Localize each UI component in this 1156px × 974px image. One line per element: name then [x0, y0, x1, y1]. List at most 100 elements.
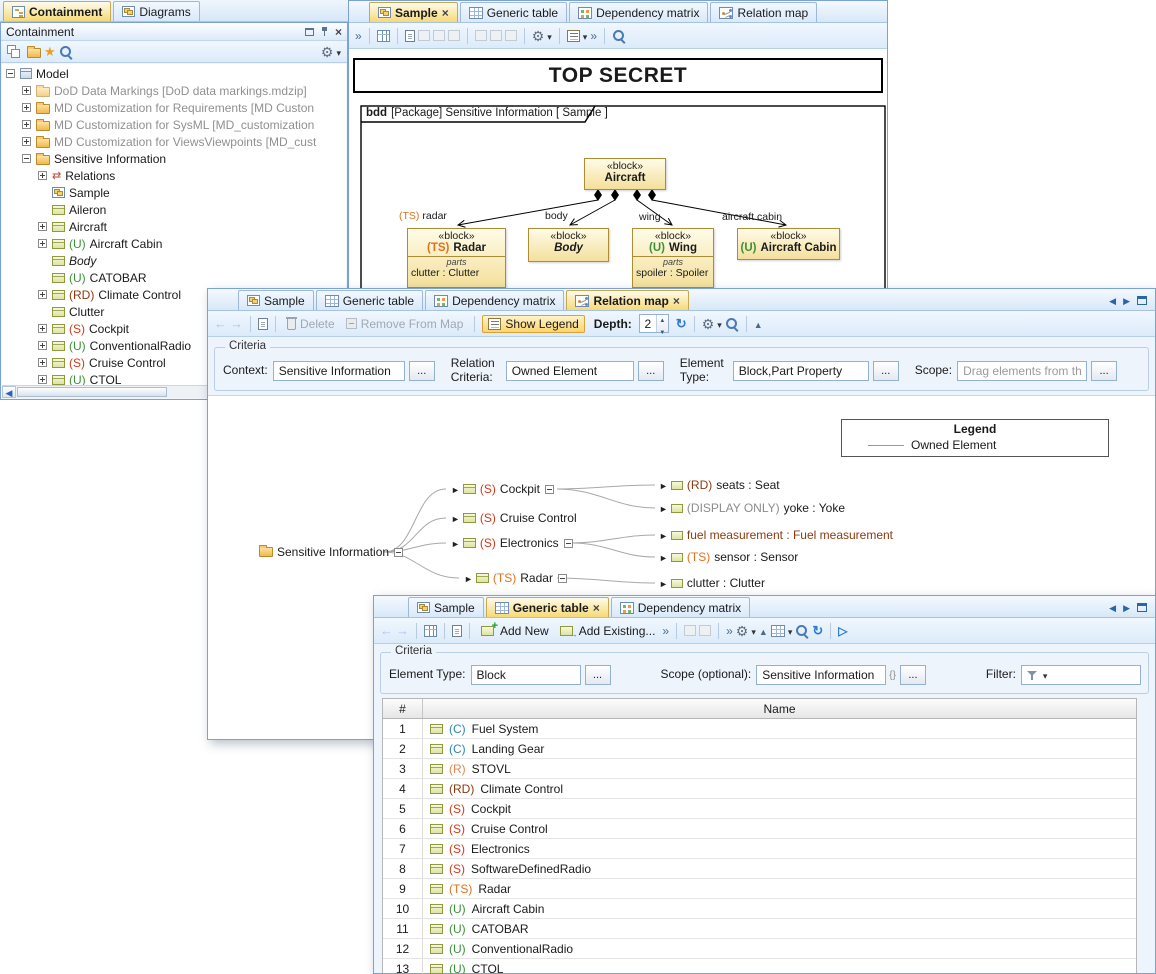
close-icon[interactable]: [335, 26, 342, 38]
move-down-icon[interactable]: [699, 625, 711, 636]
map-node[interactable]: (S) Electronics: [451, 535, 573, 551]
columns-icon[interactable]: [424, 625, 437, 637]
chevron-down-icon[interactable]: [583, 30, 588, 42]
table-row[interactable]: 2 (C)Landing Gear: [383, 739, 1136, 759]
scope-field[interactable]: Sensitive Information: [756, 665, 886, 685]
block-aircraft[interactable]: «block» Aircraft: [584, 158, 666, 190]
align-right-icon[interactable]: [448, 30, 460, 41]
chevron-down-icon[interactable]: [751, 625, 756, 637]
tab-dependency-matrix[interactable]: Dependency matrix: [611, 597, 750, 617]
pin-icon[interactable]: [320, 26, 329, 37]
collapse-icon[interactable]: [6, 69, 15, 78]
map-node[interactable]: (S) Cruise Control: [451, 510, 577, 526]
cut-icon[interactable]: [505, 30, 517, 41]
float-window-icon[interactable]: [305, 28, 314, 36]
search-icon[interactable]: [59, 45, 73, 59]
table-row[interactable]: 6 (S)Cruise Control: [383, 819, 1136, 839]
view-mode-icon[interactable]: [771, 625, 785, 637]
tree-item-sample[interactable]: Sample: [2, 184, 346, 201]
align-left-icon[interactable]: [418, 30, 430, 41]
map-leaf[interactable]: fuel measurement : Fuel measurement: [659, 527, 893, 543]
block-body[interactable]: «block» Body: [528, 228, 609, 262]
specification-icon[interactable]: [405, 30, 415, 42]
tab-dependency-matrix[interactable]: Dependency matrix: [569, 2, 708, 22]
column-header-name[interactable]: Name: [423, 699, 1136, 718]
chevron-down-icon[interactable]: [547, 30, 552, 42]
back-icon[interactable]: [380, 624, 393, 637]
expand-icon[interactable]: [22, 103, 31, 112]
scroll-left-button[interactable]: [2, 386, 16, 398]
tab-containment[interactable]: Containment: [3, 1, 111, 21]
expand-icon[interactable]: [38, 171, 47, 180]
collapse-icon[interactable]: [545, 485, 554, 494]
scroll-tabs-right-icon[interactable]: [1123, 601, 1130, 613]
refresh-icon[interactable]: [812, 624, 823, 637]
scope-field[interactable]: Drag elements from th: [957, 361, 1087, 381]
table-row[interactable]: 13 (U)CTOL: [383, 959, 1136, 974]
relation-browse-button[interactable]: ...: [638, 361, 664, 381]
tree-item-sensitive-information[interactable]: Sensitive Information: [2, 150, 346, 167]
expand-icon[interactable]: [22, 120, 31, 129]
block-wing[interactable]: «block» (U)Wing parts spoiler : Spoiler: [632, 228, 714, 288]
collapse-icon[interactable]: [394, 548, 403, 557]
overflow-icon[interactable]: [662, 625, 669, 637]
scroll-tabs-left-icon[interactable]: [1109, 601, 1116, 613]
expand-icon[interactable]: [22, 137, 31, 146]
delete-button[interactable]: Delete: [283, 315, 339, 333]
forward-icon[interactable]: [230, 317, 243, 330]
map-leaf[interactable]: (TS) sensor : Sensor: [659, 549, 798, 565]
table-row[interactable]: 9 (TS)Radar: [383, 879, 1136, 899]
expand-icon[interactable]: [38, 358, 47, 367]
tab-generic-table[interactable]: Generic table: [316, 290, 423, 310]
map-node[interactable]: (TS) Radar: [464, 570, 567, 586]
favorites-icon[interactable]: [44, 45, 56, 58]
collapse-toolbar-icon[interactable]: [754, 318, 763, 330]
show-legend-toggle[interactable]: Show Legend: [482, 315, 584, 333]
table-row[interactable]: 8 (S)SoftwareDefinedRadio: [383, 859, 1136, 879]
gear-icon[interactable]: [702, 317, 715, 331]
expand-icon[interactable]: [38, 290, 47, 299]
table-row[interactable]: 12 (U)ConventionalRadio: [383, 939, 1136, 959]
expand-icon[interactable]: [38, 324, 47, 333]
tree-item[interactable]: Body: [2, 252, 346, 269]
map-leaf[interactable]: clutter : Clutter: [659, 575, 765, 591]
tab-diagrams[interactable]: Diagrams: [113, 1, 199, 21]
scroll-tabs-left-icon[interactable]: [1109, 294, 1116, 306]
context-field[interactable]: Sensitive Information: [273, 361, 405, 381]
table-row[interactable]: 11 (U)CATOBAR: [383, 919, 1136, 939]
add-new-button[interactable]: Add New: [477, 622, 553, 640]
tab-relation-map[interactable]: Relation map: [710, 2, 817, 22]
block-radar[interactable]: «block» (TS)Radar parts clutter : Clutte…: [407, 228, 506, 288]
depth-spinner[interactable]: 2: [639, 314, 669, 333]
tree-item[interactable]: Aileron: [2, 201, 346, 218]
map-leaf[interactable]: (RD) seats : Seat: [659, 477, 780, 493]
align-center-icon[interactable]: [433, 30, 445, 41]
add-existing-button[interactable]: Add Existing...: [556, 622, 660, 640]
gear-icon[interactable]: [321, 45, 334, 59]
tree-item[interactable]: MD Customization for ViewsViewpoints [MD…: [2, 133, 346, 150]
tab-sample[interactable]: Sample: [408, 597, 484, 617]
element-type-browse-button[interactable]: ...: [585, 665, 611, 685]
table-header[interactable]: # Name: [383, 699, 1136, 719]
chevron-down-icon[interactable]: [717, 318, 722, 330]
expand-icon[interactable]: [22, 86, 31, 95]
element-type-field[interactable]: Block: [471, 665, 581, 685]
paste-icon[interactable]: [490, 30, 502, 41]
tree-item-model[interactable]: Model: [2, 65, 346, 82]
map-node[interactable]: (S) Cockpit: [451, 481, 554, 497]
tab-relation-map[interactable]: Relation map: [566, 290, 688, 310]
tab-dependency-matrix[interactable]: Dependency matrix: [425, 290, 564, 310]
layout-icon[interactable]: [377, 30, 390, 42]
gear-icon[interactable]: [736, 624, 749, 638]
copy-icon[interactable]: [475, 30, 487, 41]
element-type-field[interactable]: Block,Part Property: [733, 361, 869, 381]
chevron-down-icon[interactable]: [336, 46, 341, 58]
refresh-icon[interactable]: [676, 317, 687, 330]
tree-item-relations[interactable]: Relations: [2, 167, 346, 184]
back-icon[interactable]: [214, 317, 227, 330]
chevron-down-icon[interactable]: [788, 625, 793, 637]
list-view-icon[interactable]: [567, 30, 580, 42]
expand-icon[interactable]: [38, 375, 47, 384]
specification-icon[interactable]: [452, 625, 462, 637]
overflow-icon[interactable]: [726, 625, 733, 637]
